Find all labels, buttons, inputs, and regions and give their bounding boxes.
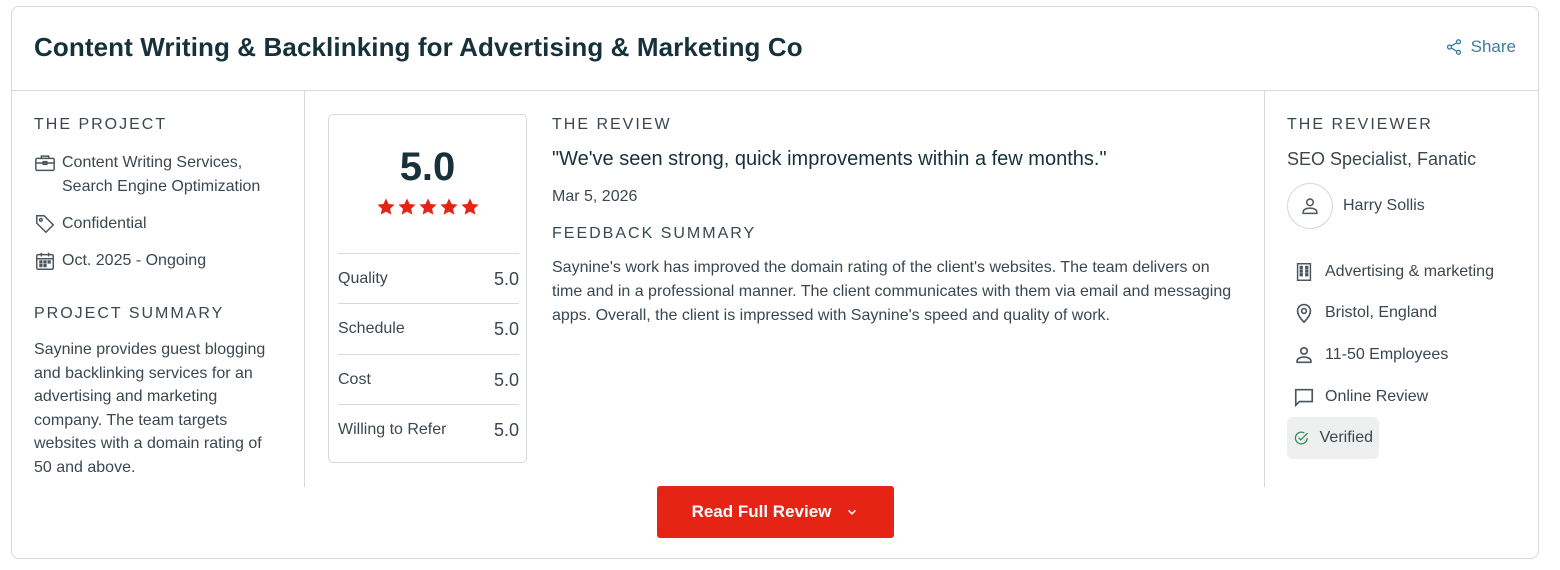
review-type-label: Online Review [1325,388,1429,405]
reviewer-role: SEO Specialist, Fanatic [1287,149,1477,169]
share-button[interactable]: Share [1445,37,1516,57]
rating-value: 5.0 [493,419,519,440]
project-budget: Confidential [34,212,147,236]
rating-row-willing-to-refer: Willing to Refer 5.0 [338,404,519,455]
review-section-label: THE REVIEW [552,116,672,133]
reviewer-person: Harry Sollis [1287,183,1425,229]
feedback-summary-text: Saynine's work has improved the domain r… [552,259,1232,324]
person-icon [1296,346,1312,364]
location-label: Bristol, England [1325,304,1438,321]
calendar-icon [36,252,54,270]
user-icon [1302,198,1318,215]
industry-label: Advertising & marketing [1325,263,1494,280]
feedback-summary-label: FEEDBACK SUMMARY [552,225,757,242]
reviewer-section-label: THE REVIEWER [1287,116,1433,133]
reviewer-industry: Advertising & marketing [1287,255,1500,289]
rating-label: Cost [338,371,371,388]
tag-icon [36,215,55,234]
rating-label: Quality [338,270,388,287]
rating-row-cost: Cost 5.0 [338,354,519,405]
check-circle-icon [1294,431,1308,445]
reviewer-name: Harry Sollis [1343,197,1425,214]
review-card: Content Writing & Backlinking for Advert… [11,6,1539,559]
score-box: 5.0 Quality 5.0 Schedule 5.0 Cost 5.0 Wi… [328,114,527,463]
read-full-review-button[interactable]: Read Full Review [657,486,894,538]
review-quote: "We've seen strong, quick improvements w… [552,148,1107,170]
project-column: THE PROJECT Content Writing Services, Se… [12,91,305,487]
reviewer-location: Bristol, England [1287,296,1443,330]
read-full-review-label: Read Full Review [691,502,832,521]
project-services: Content Writing Services, Search Engine … [34,151,260,199]
service-item: Search Engine Optimization [62,178,261,195]
avatar [1287,183,1333,229]
chevron-down-icon [848,509,857,515]
share-label: Share [1470,37,1516,56]
location-pin-icon [1296,303,1312,324]
building-icon [1296,263,1312,281]
project-summary-label: PROJECT SUMMARY [34,305,225,322]
project-section-label: THE PROJECT [34,116,168,133]
star-icon [376,198,395,215]
review-title: Content Writing & Backlinking for Advert… [34,32,803,62]
project-timeline: Oct. 2025 - Ongoing [34,249,206,273]
review-date: Mar 5, 2026 [552,188,638,205]
share-icon [1446,39,1461,55]
rating-value: 5.0 [493,268,519,289]
rating-label: Schedule [338,320,405,337]
rating-value: 5.0 [493,318,519,339]
review-column: 5.0 Quality 5.0 Schedule 5.0 Cost 5.0 Wi… [305,91,1264,487]
reviewer-company-size: 11-50 Employees [1287,338,1454,372]
chat-bubble-icon [1294,388,1314,408]
reviewer-column: THE REVIEWER SEO Specialist, Fanatic Har… [1264,91,1540,487]
star-icon [439,198,458,215]
service-item: Content Writing Services, [62,154,243,171]
rating-row-schedule: Schedule 5.0 [338,303,519,354]
briefcase-icon [35,155,55,172]
star-icon [397,198,416,215]
project-summary-text: Saynine provides guest blogging and back… [34,341,266,476]
star-rating [329,197,526,217]
verified-badge: Verified [1287,417,1379,459]
timeline-label: Oct. 2025 - Ongoing [62,252,207,269]
budget-label: Confidential [62,215,147,232]
verified-label: Verified [1319,429,1373,446]
overall-rating: 5.0 [399,145,456,189]
review-header: Content Writing & Backlinking for Advert… [12,7,1538,91]
star-icon [418,198,437,215]
star-icon [460,198,479,215]
rating-row-quality: Quality 5.0 [338,253,519,304]
company-size-label: 11-50 Employees [1325,346,1449,363]
rating-label: Willing to Refer [338,421,447,438]
reviewer-review-type: Online Review [1287,380,1434,414]
rating-value: 5.0 [493,369,519,390]
